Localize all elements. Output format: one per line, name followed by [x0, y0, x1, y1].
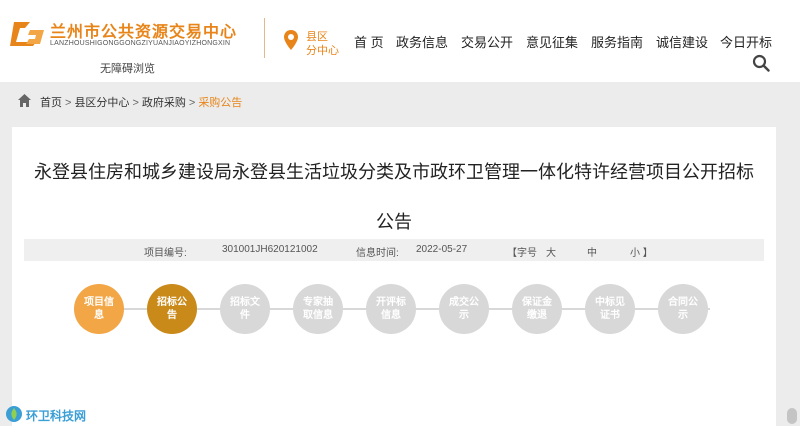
- info-time-label: 信息时间:: [356, 248, 399, 259]
- site-header: 兰州市公共资源交易中心 LANZHOUSHIGONGGONGZIYUANJIAO…: [0, 0, 800, 82]
- breadcrumb-current: 采购公告: [198, 97, 243, 109]
- search-icon[interactable]: [752, 54, 770, 72]
- breadcrumb-trail: 首页 > 县区分中心 > 政府采购 > 采购公告: [40, 94, 242, 110]
- nav-service-guide[interactable]: 服务指南: [591, 32, 643, 51]
- logo-english-name: LANZHOUSHIGONGGONGZIYUANJIAOYIZHONGXIN: [50, 40, 231, 47]
- watermark-icon: [6, 406, 22, 422]
- nav-government-info[interactable]: 政务信息: [396, 32, 448, 51]
- nav-credit-building[interactable]: 诚信建设: [656, 32, 708, 51]
- step-project-info[interactable]: 项目信息: [74, 284, 124, 334]
- breadcrumb-home[interactable]: 首页: [40, 94, 62, 110]
- step-award-certificate[interactable]: 中标见证书: [585, 284, 635, 334]
- breadcrumb-separator: >: [132, 97, 139, 109]
- scrollbar-thumb[interactable]: [787, 408, 797, 424]
- watermark-text: 环卫科技网: [26, 409, 87, 423]
- breadcrumb-county-center[interactable]: 县区分中心: [74, 94, 129, 110]
- accessibility-link[interactable]: 无障碍浏览: [100, 60, 155, 76]
- step-expert-selection[interactable]: 专家抽取信息: [293, 284, 343, 334]
- article-panel: 永登县住房和城乡建设局永登县生活垃圾分类及市政环卫管理一体化特许经营项目公开招标…: [12, 127, 776, 426]
- step-bid-evaluation[interactable]: 开评标信息: [366, 284, 416, 334]
- font-size-medium-button[interactable]: 中: [587, 244, 597, 259]
- breadcrumb-separator: >: [65, 97, 72, 109]
- project-number-value: 301001JH620121002: [222, 244, 318, 255]
- nav-home[interactable]: 首 页: [354, 32, 384, 51]
- step-tender-documents[interactable]: 招标文件: [220, 284, 270, 334]
- step-deposit-refund[interactable]: 保证金缴退: [512, 284, 562, 334]
- county-center-switch[interactable]: 县区 分中心: [284, 28, 344, 58]
- logo-chinese-name: 兰州市公共资源交易中心: [50, 24, 238, 41]
- step-tender-announcement[interactable]: 招标公告: [147, 284, 197, 334]
- article-title: 永登县住房和城乡建设局永登县生活垃圾分类及市政环卫管理一体化特许经营项目公开招标…: [12, 147, 776, 247]
- nav-today-bid-opening[interactable]: 今日开标: [720, 32, 772, 51]
- home-icon[interactable]: [17, 93, 32, 108]
- watermark: 环卫科技网: [2, 404, 102, 424]
- nav-trade-public[interactable]: 交易公开: [461, 32, 513, 51]
- location-label-line2: 分中心: [306, 45, 339, 57]
- location-pin-icon: [284, 30, 298, 50]
- article-title-line1: 永登县住房和城乡建设局永登县生活垃圾分类及市政环卫管理一体化特许经营项目公开招标: [34, 162, 754, 182]
- logo-icon: [10, 22, 44, 46]
- font-size-large-button[interactable]: 大: [546, 244, 556, 259]
- process-steps: 项目信息 招标公告 招标文件 专家抽取信息 开评标信息 成交公示 保证金缴退 中…: [74, 284, 754, 340]
- font-size-small-button[interactable]: 小 】: [630, 244, 653, 259]
- article-meta-bar: 项目编号: 301001JH620121002 信息时间: 2022-05-27…: [24, 239, 764, 261]
- header-divider: [264, 18, 265, 58]
- info-time-value: 2022-05-27: [416, 244, 468, 255]
- font-size-label: 【字号: [507, 248, 537, 259]
- breadcrumb: 首页 > 县区分中心 > 政府采购 > 采购公告: [0, 82, 800, 120]
- site-logo[interactable]: 兰州市公共资源交易中心 LANZHOUSHIGONGGONGZIYUANJIAO…: [10, 14, 258, 58]
- breadcrumb-government-procurement[interactable]: 政府采购: [142, 94, 186, 110]
- breadcrumb-separator: >: [188, 97, 196, 109]
- step-contract-publicity[interactable]: 合同公示: [658, 284, 708, 334]
- nav-opinion-collection[interactable]: 意见征集: [526, 32, 578, 51]
- project-number-label: 项目编号:: [144, 248, 187, 259]
- step-deal-publicity[interactable]: 成交公示: [439, 284, 489, 334]
